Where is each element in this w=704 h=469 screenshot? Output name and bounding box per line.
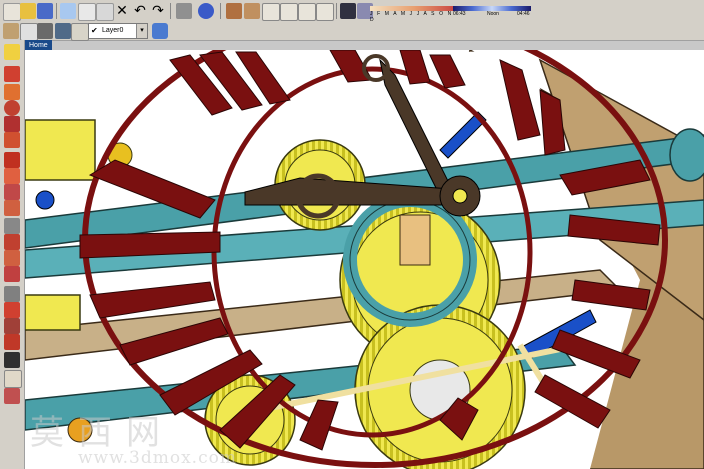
hands-hub-pin	[452, 188, 468, 204]
move-icon[interactable]	[4, 168, 20, 184]
iso-view-icon[interactable]	[244, 3, 260, 19]
undo-icon[interactable]: ↶	[132, 3, 148, 19]
left-pin	[35, 190, 55, 210]
open-icon[interactable]	[20, 3, 36, 19]
chevron-down-icon[interactable]: ▾	[136, 24, 147, 38]
zoom-icon[interactable]	[4, 318, 20, 334]
watermark-url: www.3dmox.com	[78, 448, 237, 468]
time-start-label: 06:43	[453, 11, 466, 17]
layer-manager-icon[interactable]	[71, 23, 89, 41]
paint-icon[interactable]	[4, 66, 20, 82]
camera-icon[interactable]	[226, 3, 242, 19]
main-toolbar: ✕ ↶ ↷ J F M A M J J A S O N D 06:43 Noon…	[0, 0, 704, 23]
cut-icon[interactable]	[60, 3, 76, 19]
push-pull-icon[interactable]	[4, 152, 20, 168]
center-arbor	[399, 214, 431, 266]
toolbar-separator	[336, 3, 337, 19]
shadow-toggle-icon[interactable]	[340, 3, 356, 19]
left-block	[25, 294, 81, 331]
layer-properties-icon[interactable]	[152, 23, 168, 39]
scale-icon[interactable]	[4, 200, 20, 216]
toolbar-separator	[220, 3, 221, 19]
toolbar-separator	[170, 3, 171, 19]
secondary-toolbar: ✔ Layer0 ▾	[0, 22, 704, 41]
select-icon[interactable]	[4, 44, 20, 60]
time-end-label: 04:46	[517, 11, 530, 17]
print-icon[interactable]	[176, 3, 192, 19]
text-icon[interactable]	[4, 266, 20, 282]
tape-icon[interactable]	[4, 218, 20, 234]
model-info-icon[interactable]	[198, 3, 214, 19]
save-icon[interactable]	[37, 3, 53, 19]
front-view-icon[interactable]	[280, 3, 298, 21]
redo-icon[interactable]: ↷	[150, 3, 166, 19]
component-icon[interactable]	[3, 23, 19, 39]
material-icon[interactable]	[37, 23, 53, 39]
top-view-icon[interactable]	[262, 3, 280, 21]
paste-icon[interactable]	[96, 3, 114, 21]
protractor-icon[interactable]	[4, 250, 20, 266]
dimension-icon[interactable]	[4, 234, 20, 250]
right-wheel	[669, 128, 704, 182]
toolbar-separator	[56, 3, 57, 19]
walk-icon[interactable]	[4, 352, 20, 368]
line-icon[interactable]	[4, 84, 20, 100]
layer-select[interactable]: ✔ Layer0 ▾	[88, 23, 148, 39]
arc-icon[interactable]	[4, 116, 20, 132]
current-layer-check-icon: ✔	[91, 26, 98, 35]
left-bracket	[25, 119, 96, 181]
tool-palette	[0, 40, 25, 469]
watermark: 莫西网	[30, 413, 174, 453]
copy-icon[interactable]	[78, 3, 96, 21]
circle-icon[interactable]	[4, 100, 20, 116]
right-view-icon[interactable]	[298, 3, 316, 21]
box-icon[interactable]	[20, 23, 38, 41]
orbit-icon[interactable]	[4, 286, 20, 302]
look-around-icon[interactable]	[4, 370, 22, 388]
erase-icon[interactable]: ✕	[114, 3, 130, 19]
freehand-icon[interactable]	[4, 132, 20, 148]
pan-icon[interactable]	[4, 302, 20, 318]
back-view-icon[interactable]	[316, 3, 334, 21]
xray-icon[interactable]	[55, 23, 71, 39]
section-icon[interactable]	[4, 388, 20, 404]
rotate-icon[interactable]	[4, 184, 20, 200]
time-noon-label: Noon	[487, 11, 499, 17]
zoom-extents-icon[interactable]	[4, 334, 20, 350]
new-icon[interactable]	[3, 3, 21, 21]
layer-select-value: Layer0	[102, 27, 124, 34]
